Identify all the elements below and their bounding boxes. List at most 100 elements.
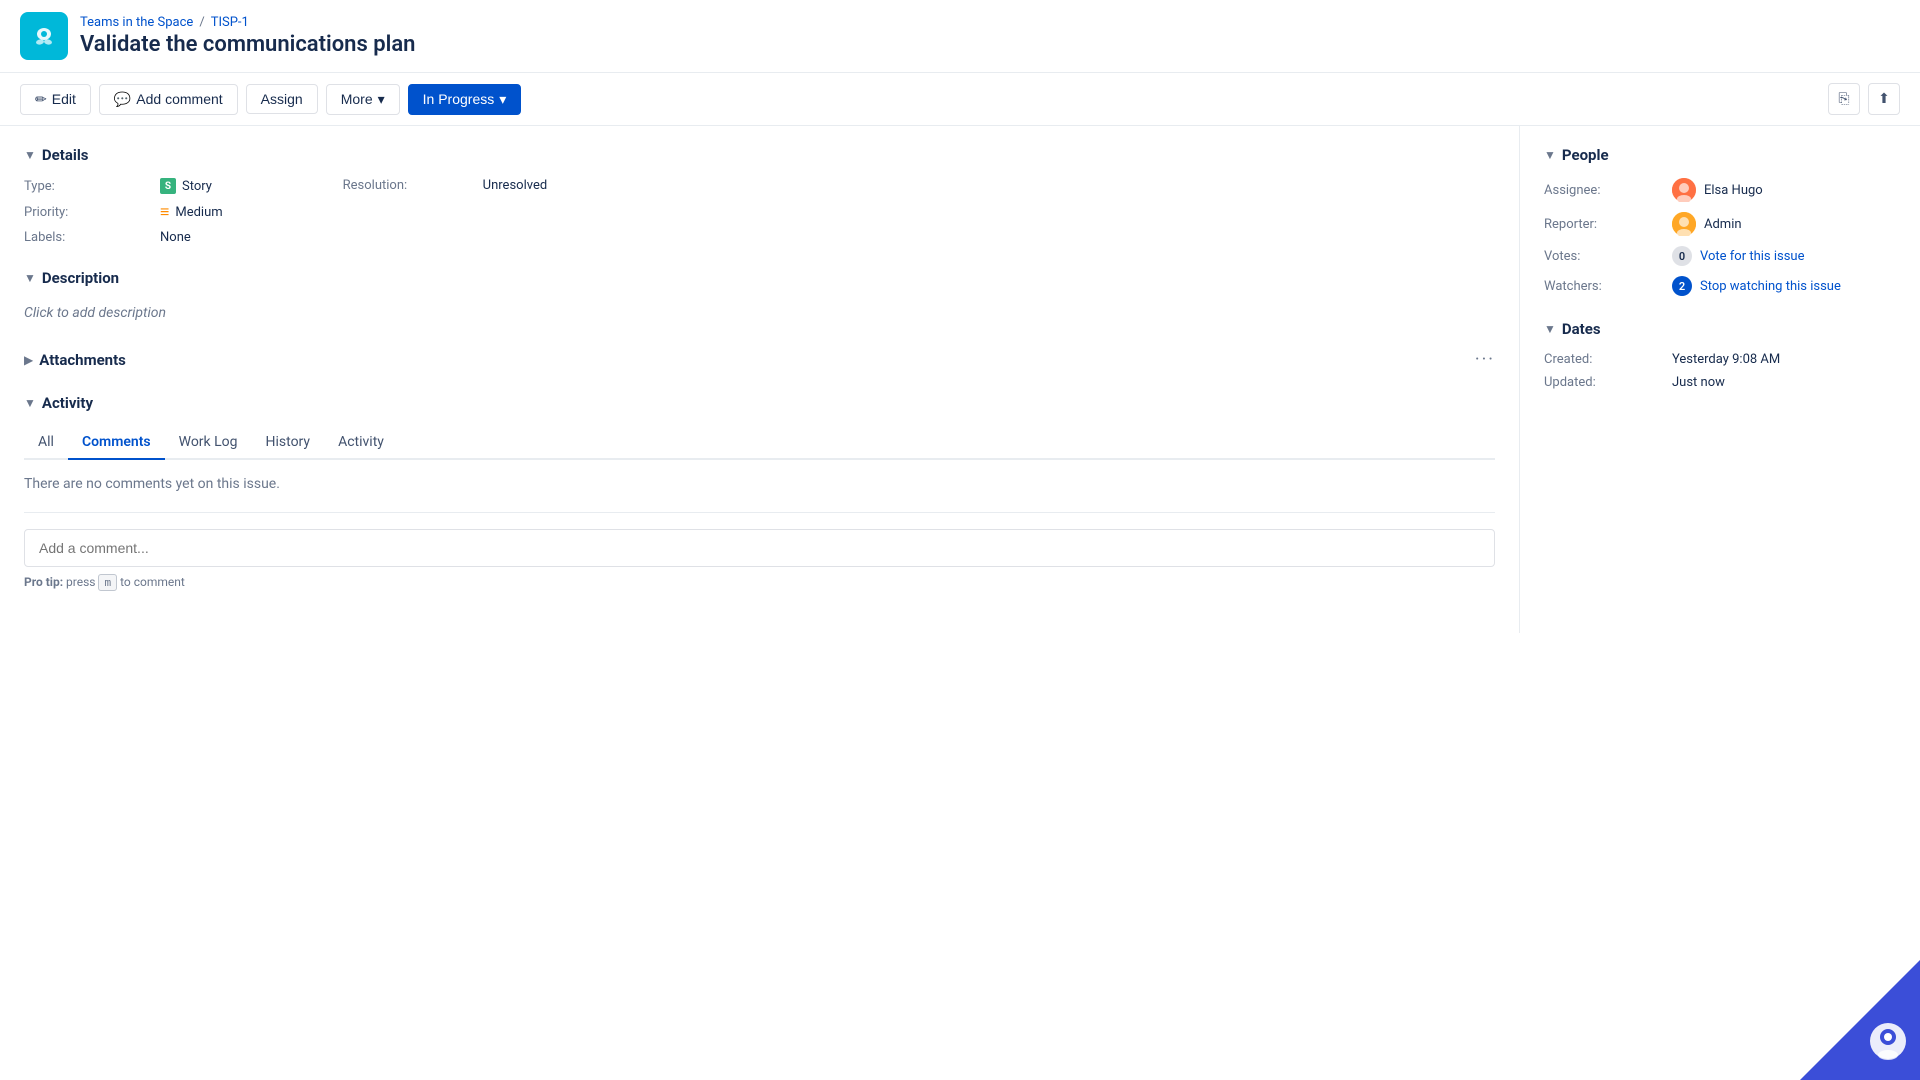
type-text: Story [182,179,212,194]
status-chevron-icon: ▾ [499,91,506,108]
activity-chevron-icon: ▼ [24,396,36,410]
left-panel: ▼ Details Type: S Story Priority: ≡ Medi… [0,126,1520,633]
people-section-header[interactable]: ▼ People [1544,146,1896,164]
more-button[interactable]: More ▾ [326,84,400,115]
export-button[interactable]: ⬆ [1868,83,1900,115]
project-logo[interactable] [20,12,68,60]
assignee-value: Elsa Hugo [1672,178,1896,202]
people-section: ▼ People Assignee: Elsa Hugo [1544,146,1896,296]
description-section-header[interactable]: ▼ Description [24,269,1495,287]
reporter-label: Reporter: [1544,217,1664,232]
pro-tip: Pro tip: press m to comment [24,575,1495,589]
breadcrumb: Teams in the Space / TISP-1 [80,15,415,30]
description-placeholder[interactable]: Click to add description [24,301,1495,325]
watermark [1800,960,1920,1080]
dates-section-title: Dates [1562,320,1601,338]
description-chevron-icon: ▼ [24,271,36,285]
reporter-row: Reporter: Admin [1544,212,1896,236]
comment-input[interactable] [24,529,1495,567]
reporter-value: Admin [1672,212,1896,236]
toolbar-right: ⎘ ⬆ [1828,83,1900,115]
created-value: Yesterday 9:08 AM [1672,352,1896,367]
vote-link[interactable]: Vote for this issue [1700,249,1804,264]
assignee-row: Assignee: Elsa Hugo [1544,178,1896,202]
priority-value: ≡ Medium [160,204,223,220]
details-section-header[interactable]: ▼ Details [24,146,1495,164]
assignee-name: Elsa Hugo [1704,183,1763,198]
attachments-header: ▶ Attachments ··· [24,349,1495,370]
votes-label: Votes: [1544,249,1664,264]
attachments-more-button[interactable]: ··· [1475,349,1495,370]
share-button[interactable]: ⎘ [1828,83,1860,115]
attachments-section-header[interactable]: ▶ Attachments [24,351,126,369]
tab-activity[interactable]: Activity [324,426,398,460]
priority-label: Priority: [24,204,144,220]
updated-value: Just now [1672,375,1896,390]
breadcrumb-issue-id[interactable]: TISP-1 [211,15,249,30]
attachments-section: ▶ Attachments ··· [24,349,1495,370]
breadcrumb-separator: / [199,15,204,30]
dates-section-header[interactable]: ▼ Dates [1544,320,1896,338]
pro-tip-prefix: Pro tip: [24,575,63,589]
priority-icon: ≡ [160,204,169,220]
priority-text: Medium [175,205,222,220]
edit-button[interactable]: ✏ Edit [20,84,91,115]
labels-value: None [160,230,223,245]
details-section: ▼ Details Type: S Story Priority: ≡ Medi… [24,146,1495,245]
watch-link[interactable]: Stop watching this issue [1700,279,1841,294]
more-label: More [341,91,373,107]
type-label: Type: [24,178,144,194]
details-chevron-icon: ▼ [24,148,36,162]
chevron-down-icon: ▾ [378,91,385,108]
assign-button[interactable]: Assign [246,84,318,114]
votes-count-badge: 0 [1672,246,1692,266]
tab-history[interactable]: History [252,426,325,460]
activity-section-header[interactable]: ▼ Activity [24,394,1495,412]
reporter-avatar [1672,212,1696,236]
right-panel: ▼ People Assignee: Elsa Hugo [1520,126,1920,633]
dates-chevron-icon: ▼ [1544,322,1556,336]
type-value: S Story [160,178,223,194]
resolution-value: Unresolved [483,178,548,193]
people-section-title: People [1562,146,1609,164]
breadcrumb-area: Teams in the Space / TISP-1 Validate the… [80,15,415,57]
page-title: Validate the communications plan [80,32,415,57]
description-section-title: Description [42,269,119,287]
comment-icon: 💬 [114,91,131,108]
tab-all[interactable]: All [24,426,68,460]
dates-section: ▼ Dates Created: Yesterday 9:08 AM Updat… [1544,320,1896,390]
tab-comments[interactable]: Comments [68,426,165,460]
status-button[interactable]: In Progress ▾ [408,84,522,115]
edit-label: Edit [52,91,76,107]
pro-tip-suffix: to comment [120,575,185,589]
watchers-label: Watchers: [1544,279,1664,294]
activity-section-title: Activity [42,394,93,412]
details-right-grid: Resolution: Unresolved [343,178,548,245]
votes-row: Votes: 0 Vote for this issue [1544,246,1896,266]
no-comments-text: There are no comments yet on this issue. [24,476,1495,492]
main-content: ▼ Details Type: S Story Priority: ≡ Medi… [0,126,1920,633]
attachments-chevron-icon: ▶ [24,353,33,367]
details-left-grid: Type: S Story Priority: ≡ Medium Labels:… [24,178,223,245]
comment-divider [24,512,1495,513]
watermark-icon [1868,1021,1908,1068]
watchers-count-badge: 2 [1672,276,1692,296]
attachments-section-title: Attachments [39,351,126,369]
updated-label: Updated: [1544,375,1664,390]
assignee-label: Assignee: [1544,183,1664,198]
description-section: ▼ Description Click to add description [24,269,1495,325]
created-label: Created: [1544,352,1664,367]
assignee-avatar [1672,178,1696,202]
labels-label: Labels: [24,230,144,245]
reporter-name: Admin [1704,217,1742,232]
export-icon: ⬆ [1878,91,1890,107]
votes-value: 0 Vote for this issue [1672,246,1896,266]
activity-tabs: All Comments Work Log History Activity [24,426,1495,460]
pro-tip-key: m [98,574,117,591]
assign-label: Assign [261,91,303,107]
watchers-value: 2 Stop watching this issue [1672,276,1896,296]
top-bar: Teams in the Space / TISP-1 Validate the… [0,0,1920,73]
breadcrumb-project[interactable]: Teams in the Space [80,15,193,30]
tab-worklog[interactable]: Work Log [165,426,252,460]
add-comment-button[interactable]: 💬 Add comment [99,84,238,115]
